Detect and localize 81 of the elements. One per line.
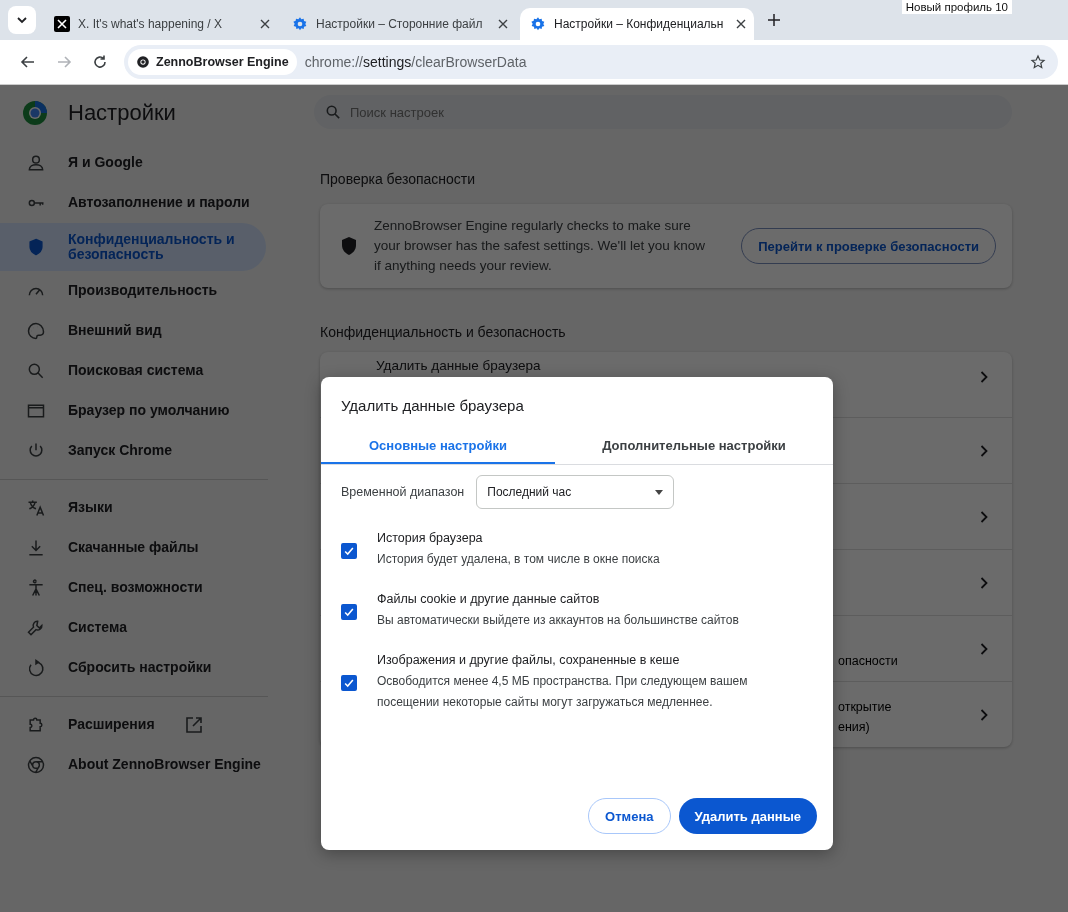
browser-tab[interactable]: Настройки – Конфиденциальн (520, 8, 754, 40)
profile-badge: Новый профиль 10 (901, 0, 1012, 14)
row-text: открытие (838, 699, 892, 716)
sidebar-item[interactable]: Браузер по умолчанию (0, 391, 266, 431)
section-heading: Конфиденциальность и безопасность (320, 324, 567, 340)
close-icon[interactable] (736, 19, 746, 29)
sidebar-item[interactable]: Сбросить настройки (0, 648, 266, 688)
menu-item-icon (26, 618, 46, 638)
new-tab-icon[interactable] (768, 14, 780, 26)
close-icon[interactable] (260, 19, 270, 29)
tab-list-button[interactable] (8, 6, 36, 34)
sidebar-item[interactable]: Скачанные файлы (0, 528, 266, 568)
menu-item-icon (26, 361, 46, 381)
option-description: История будет удалена, в том числе в окне поиска (377, 551, 661, 568)
chevron-right-icon[interactable] (980, 708, 988, 721)
sidebar-item[interactable]: Языки (0, 488, 266, 528)
chevron-down-icon (16, 14, 28, 26)
browser-tab[interactable]: Настройки – Сторонние файл (282, 8, 516, 40)
dialog-tab[interactable]: Дополнительные настройки (555, 428, 833, 464)
gear-icon (292, 16, 308, 32)
menu-item-icon (26, 153, 46, 173)
sidebar-item[interactable]: About ZennoBrowser Engine (0, 745, 266, 785)
sidebar-item[interactable]: Расширения (0, 705, 266, 745)
option-title: История браузера (377, 531, 484, 545)
chevron-right-icon[interactable] (980, 510, 988, 523)
row-title[interactable]: Удалить данные браузера (376, 358, 541, 373)
reload-icon[interactable] (92, 54, 108, 70)
delete-data-button[interactable]: Удалить данные (678, 798, 817, 834)
cancel-button[interactable]: Отмена (588, 798, 671, 834)
close-icon[interactable] (498, 19, 508, 29)
gear-icon (530, 16, 546, 32)
sidebar-item[interactable]: Система (0, 608, 266, 648)
site-chip[interactable]: ZennoBrowser Engine (128, 49, 297, 75)
option-description: Освободится менее 4,5 МБ пространства. При следующем вашем посещении некоторые сайты могут загружаться медленнее. (377, 673, 749, 711)
sidebar-item[interactable]: Поисковая система (0, 351, 266, 391)
safety-check-button[interactable]: Перейти к проверке безопасности (741, 228, 996, 264)
back-icon[interactable] (20, 54, 36, 70)
star-icon[interactable] (1030, 54, 1046, 70)
option-description: Вы автоматически выйдете из аккаунтов на большинстве сайтов (377, 612, 740, 629)
dropdown-arrow-icon (655, 489, 664, 495)
dialog-tab[interactable]: Основные настройки (321, 428, 555, 464)
browser-logo-icon (136, 55, 150, 69)
option-title: Изображения и другие файлы, сохраненные в кеше (377, 653, 681, 667)
sidebar-item[interactable]: Спец. возможности (0, 568, 266, 608)
checkbox[interactable] (341, 675, 357, 691)
sidebar-item[interactable]: Конфиденциальность и безопасность (0, 223, 266, 271)
safety-check-text: ZennoBrowser Engine regularly checks to make sure your browser has the safest settings. We'll let you know if anything needs your review. (374, 217, 706, 275)
x-logo-icon (54, 16, 70, 32)
chevron-right-icon[interactable] (980, 371, 988, 383)
time-range-select[interactable]: Последний час (476, 475, 675, 509)
option-title: Файлы cookie и другие данные сайтов (377, 592, 601, 606)
search-icon (326, 105, 340, 119)
checkbox[interactable] (341, 542, 357, 559)
menu-item-icon (26, 237, 46, 257)
chevron-right-icon[interactable] (980, 642, 988, 655)
menu-item-icon (26, 755, 46, 775)
menu-item-icon (26, 578, 46, 598)
chevron-right-icon[interactable] (980, 576, 988, 589)
section-heading: Проверка безопасности (320, 171, 477, 187)
sidebar-item[interactable]: Производительность (0, 271, 266, 311)
menu-item-icon (26, 658, 46, 678)
dialog-title: Удалить данные браузера (340, 396, 525, 414)
shield-icon (340, 236, 358, 256)
menu-item-icon (26, 401, 46, 421)
time-range-label: Временной диапазон (341, 485, 465, 499)
sidebar-item[interactable]: Автозаполнение и пароли (0, 183, 266, 223)
row-text: ения) (838, 719, 871, 736)
address-bar[interactable]: ZennoBrowser Engine chrome://settings/clearBrowserData (124, 45, 1058, 79)
menu-item-icon (26, 321, 46, 341)
browser-logo-icon (22, 100, 48, 126)
browser-tab[interactable]: X. It's what's happening / X (44, 8, 278, 40)
chevron-right-icon[interactable] (980, 444, 988, 457)
settings-title: Настройки (68, 100, 176, 126)
sidebar-item[interactable]: Запуск Chrome (0, 431, 266, 471)
checkbox[interactable] (341, 603, 357, 620)
sidebar-item[interactable]: Я и Google (0, 143, 266, 183)
menu-item-icon (26, 538, 46, 558)
row-text: опасности (838, 653, 898, 670)
menu-item-icon (26, 498, 46, 518)
sidebar-item[interactable]: Внешний вид (0, 311, 266, 351)
url-text: chrome://settings/clearBrowserData (304, 54, 527, 70)
